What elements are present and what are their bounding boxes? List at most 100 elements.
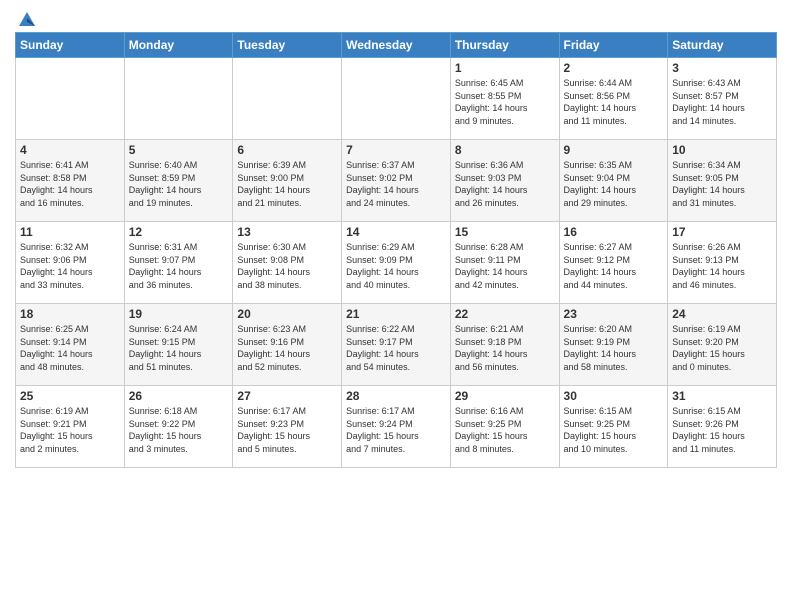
day-number: 4 [20,143,120,157]
calendar-cell: 7 Sunrise: 6:37 AM Sunset: 9:02 PM Daylig… [342,140,451,222]
calendar-cell: 23 Sunrise: 6:20 AM Sunset: 9:19 PM Dayli… [559,304,668,386]
calendar-cell: 31 Sunrise: 6:15 AM Sunset: 9:26 PM Dayli… [668,386,777,468]
day-info: Sunrise: 6:35 AM Sunset: 9:04 PM Dayligh… [564,159,664,209]
day-info: Sunrise: 6:22 AM Sunset: 9:17 PM Dayligh… [346,323,446,373]
day-info: Sunrise: 6:20 AM Sunset: 9:19 PM Dayligh… [564,323,664,373]
day-number: 8 [455,143,555,157]
day-info: Sunrise: 6:36 AM Sunset: 9:03 PM Dayligh… [455,159,555,209]
day-header: Tuesday [233,33,342,58]
day-number: 30 [564,389,664,403]
calendar-cell: 22 Sunrise: 6:21 AM Sunset: 9:18 PM Dayli… [450,304,559,386]
header [15,10,777,24]
day-info: Sunrise: 6:32 AM Sunset: 9:06 PM Dayligh… [20,241,120,291]
day-info: Sunrise: 6:21 AM Sunset: 9:18 PM Dayligh… [455,323,555,373]
day-number: 1 [455,61,555,75]
calendar-week-row: 11 Sunrise: 6:32 AM Sunset: 9:06 PM Dayli… [16,222,777,304]
calendar-cell: 30 Sunrise: 6:15 AM Sunset: 9:25 PM Dayli… [559,386,668,468]
day-info: Sunrise: 6:37 AM Sunset: 9:02 PM Dayligh… [346,159,446,209]
day-info: Sunrise: 6:17 AM Sunset: 9:24 PM Dayligh… [346,405,446,455]
day-number: 31 [672,389,772,403]
day-header: Friday [559,33,668,58]
day-number: 13 [237,225,337,239]
day-number: 20 [237,307,337,321]
day-header: Thursday [450,33,559,58]
day-number: 24 [672,307,772,321]
calendar-cell: 12Sunrise: 6:31 AM Sunset: 9:07 PM Dayli… [124,222,233,304]
calendar-cell: 5 Sunrise: 6:40 AM Sunset: 8:59 PM Daylig… [124,140,233,222]
calendar-cell: 13Sunrise: 6:30 AM Sunset: 9:08 PM Dayli… [233,222,342,304]
calendar-cell [233,58,342,140]
calendar-cell: 19Sunrise: 6:24 AM Sunset: 9:15 PM Dayli… [124,304,233,386]
day-number: 14 [346,225,446,239]
day-info: Sunrise: 6:41 AM Sunset: 8:58 PM Dayligh… [20,159,120,209]
calendar-cell: 11 Sunrise: 6:32 AM Sunset: 9:06 PM Dayli… [16,222,125,304]
day-number: 10 [672,143,772,157]
day-info: Sunrise: 6:15 AM Sunset: 9:25 PM Dayligh… [564,405,664,455]
calendar-cell [124,58,233,140]
day-number: 23 [564,307,664,321]
logo [15,10,37,24]
day-info: Sunrise: 6:28 AM Sunset: 9:11 PM Dayligh… [455,241,555,291]
day-number: 18 [20,307,120,321]
calendar-cell [16,58,125,140]
calendar-cell: 17Sunrise: 6:26 AM Sunset: 9:13 PM Dayli… [668,222,777,304]
day-number: 3 [672,61,772,75]
calendar-cell: 28 Sunrise: 6:17 AM Sunset: 9:24 PM Dayli… [342,386,451,468]
day-info: Sunrise: 6:16 AM Sunset: 9:25 PM Dayligh… [455,405,555,455]
day-number: 6 [237,143,337,157]
day-header: Monday [124,33,233,58]
calendar-cell [342,58,451,140]
calendar-body: 1 Sunrise: 6:45 AM Sunset: 8:55 PM Daylig… [16,58,777,468]
day-header: Wednesday [342,33,451,58]
calendar-cell: 16Sunrise: 6:27 AM Sunset: 9:12 PM Dayli… [559,222,668,304]
calendar-cell: 15Sunrise: 6:28 AM Sunset: 9:11 PM Dayli… [450,222,559,304]
day-number: 29 [455,389,555,403]
calendar-week-row: 25Sunrise: 6:19 AM Sunset: 9:21 PM Dayli… [16,386,777,468]
calendar-cell: 9 Sunrise: 6:35 AM Sunset: 9:04 PM Daylig… [559,140,668,222]
header-row: SundayMondayTuesdayWednesdayThursdayFrid… [16,33,777,58]
calendar-cell: 27Sunrise: 6:17 AM Sunset: 9:23 PM Dayli… [233,386,342,468]
day-info: Sunrise: 6:43 AM Sunset: 8:57 PM Dayligh… [672,77,772,127]
calendar-cell: 26 Sunrise: 6:18 AM Sunset: 9:22 PM Dayli… [124,386,233,468]
calendar-cell: 1 Sunrise: 6:45 AM Sunset: 8:55 PM Daylig… [450,58,559,140]
calendar-cell: 29 Sunrise: 6:16 AM Sunset: 9:25 PM Dayli… [450,386,559,468]
day-number: 11 [20,225,120,239]
day-header: Saturday [668,33,777,58]
day-number: 26 [129,389,229,403]
calendar-cell: 21Sunrise: 6:22 AM Sunset: 9:17 PM Dayli… [342,304,451,386]
calendar-cell: 6 Sunrise: 6:39 AM Sunset: 9:00 PM Daylig… [233,140,342,222]
calendar-cell: 2 Sunrise: 6:44 AM Sunset: 8:56 PM Daylig… [559,58,668,140]
calendar-cell: 14 Sunrise: 6:29 AM Sunset: 9:09 PM Dayli… [342,222,451,304]
day-info: Sunrise: 6:34 AM Sunset: 9:05 PM Dayligh… [672,159,772,209]
calendar-cell: 18 Sunrise: 6:25 AM Sunset: 9:14 PM Dayli… [16,304,125,386]
day-info: Sunrise: 6:44 AM Sunset: 8:56 PM Dayligh… [564,77,664,127]
day-info: Sunrise: 6:39 AM Sunset: 9:00 PM Dayligh… [237,159,337,209]
calendar-cell: 4 Sunrise: 6:41 AM Sunset: 8:58 PM Daylig… [16,140,125,222]
day-info: Sunrise: 6:31 AM Sunset: 9:07 PM Dayligh… [129,241,229,291]
day-number: 28 [346,389,446,403]
calendar-header: SundayMondayTuesdayWednesdayThursdayFrid… [16,33,777,58]
page: SundayMondayTuesdayWednesdayThursdayFrid… [0,0,792,612]
calendar-cell: 3 Sunrise: 6:43 AM Sunset: 8:57 PM Daylig… [668,58,777,140]
calendar-table: SundayMondayTuesdayWednesdayThursdayFrid… [15,32,777,468]
day-number: 7 [346,143,446,157]
day-info: Sunrise: 6:25 AM Sunset: 9:14 PM Dayligh… [20,323,120,373]
day-info: Sunrise: 6:18 AM Sunset: 9:22 PM Dayligh… [129,405,229,455]
day-number: 22 [455,307,555,321]
day-number: 9 [564,143,664,157]
calendar-week-row: 18 Sunrise: 6:25 AM Sunset: 9:14 PM Dayli… [16,304,777,386]
day-number: 5 [129,143,229,157]
day-info: Sunrise: 6:19 AM Sunset: 9:20 PM Dayligh… [672,323,772,373]
day-number: 16 [564,225,664,239]
day-info: Sunrise: 6:45 AM Sunset: 8:55 PM Dayligh… [455,77,555,127]
day-info: Sunrise: 6:15 AM Sunset: 9:26 PM Dayligh… [672,405,772,455]
calendar-cell: 10 Sunrise: 6:34 AM Sunset: 9:05 PM Dayli… [668,140,777,222]
day-number: 2 [564,61,664,75]
calendar-cell: 25Sunrise: 6:19 AM Sunset: 9:21 PM Dayli… [16,386,125,468]
calendar-cell: 20Sunrise: 6:23 AM Sunset: 9:16 PM Dayli… [233,304,342,386]
day-info: Sunrise: 6:17 AM Sunset: 9:23 PM Dayligh… [237,405,337,455]
day-info: Sunrise: 6:40 AM Sunset: 8:59 PM Dayligh… [129,159,229,209]
day-info: Sunrise: 6:29 AM Sunset: 9:09 PM Dayligh… [346,241,446,291]
calendar-cell: 8 Sunrise: 6:36 AM Sunset: 9:03 PM Daylig… [450,140,559,222]
logo-icon [17,8,37,28]
